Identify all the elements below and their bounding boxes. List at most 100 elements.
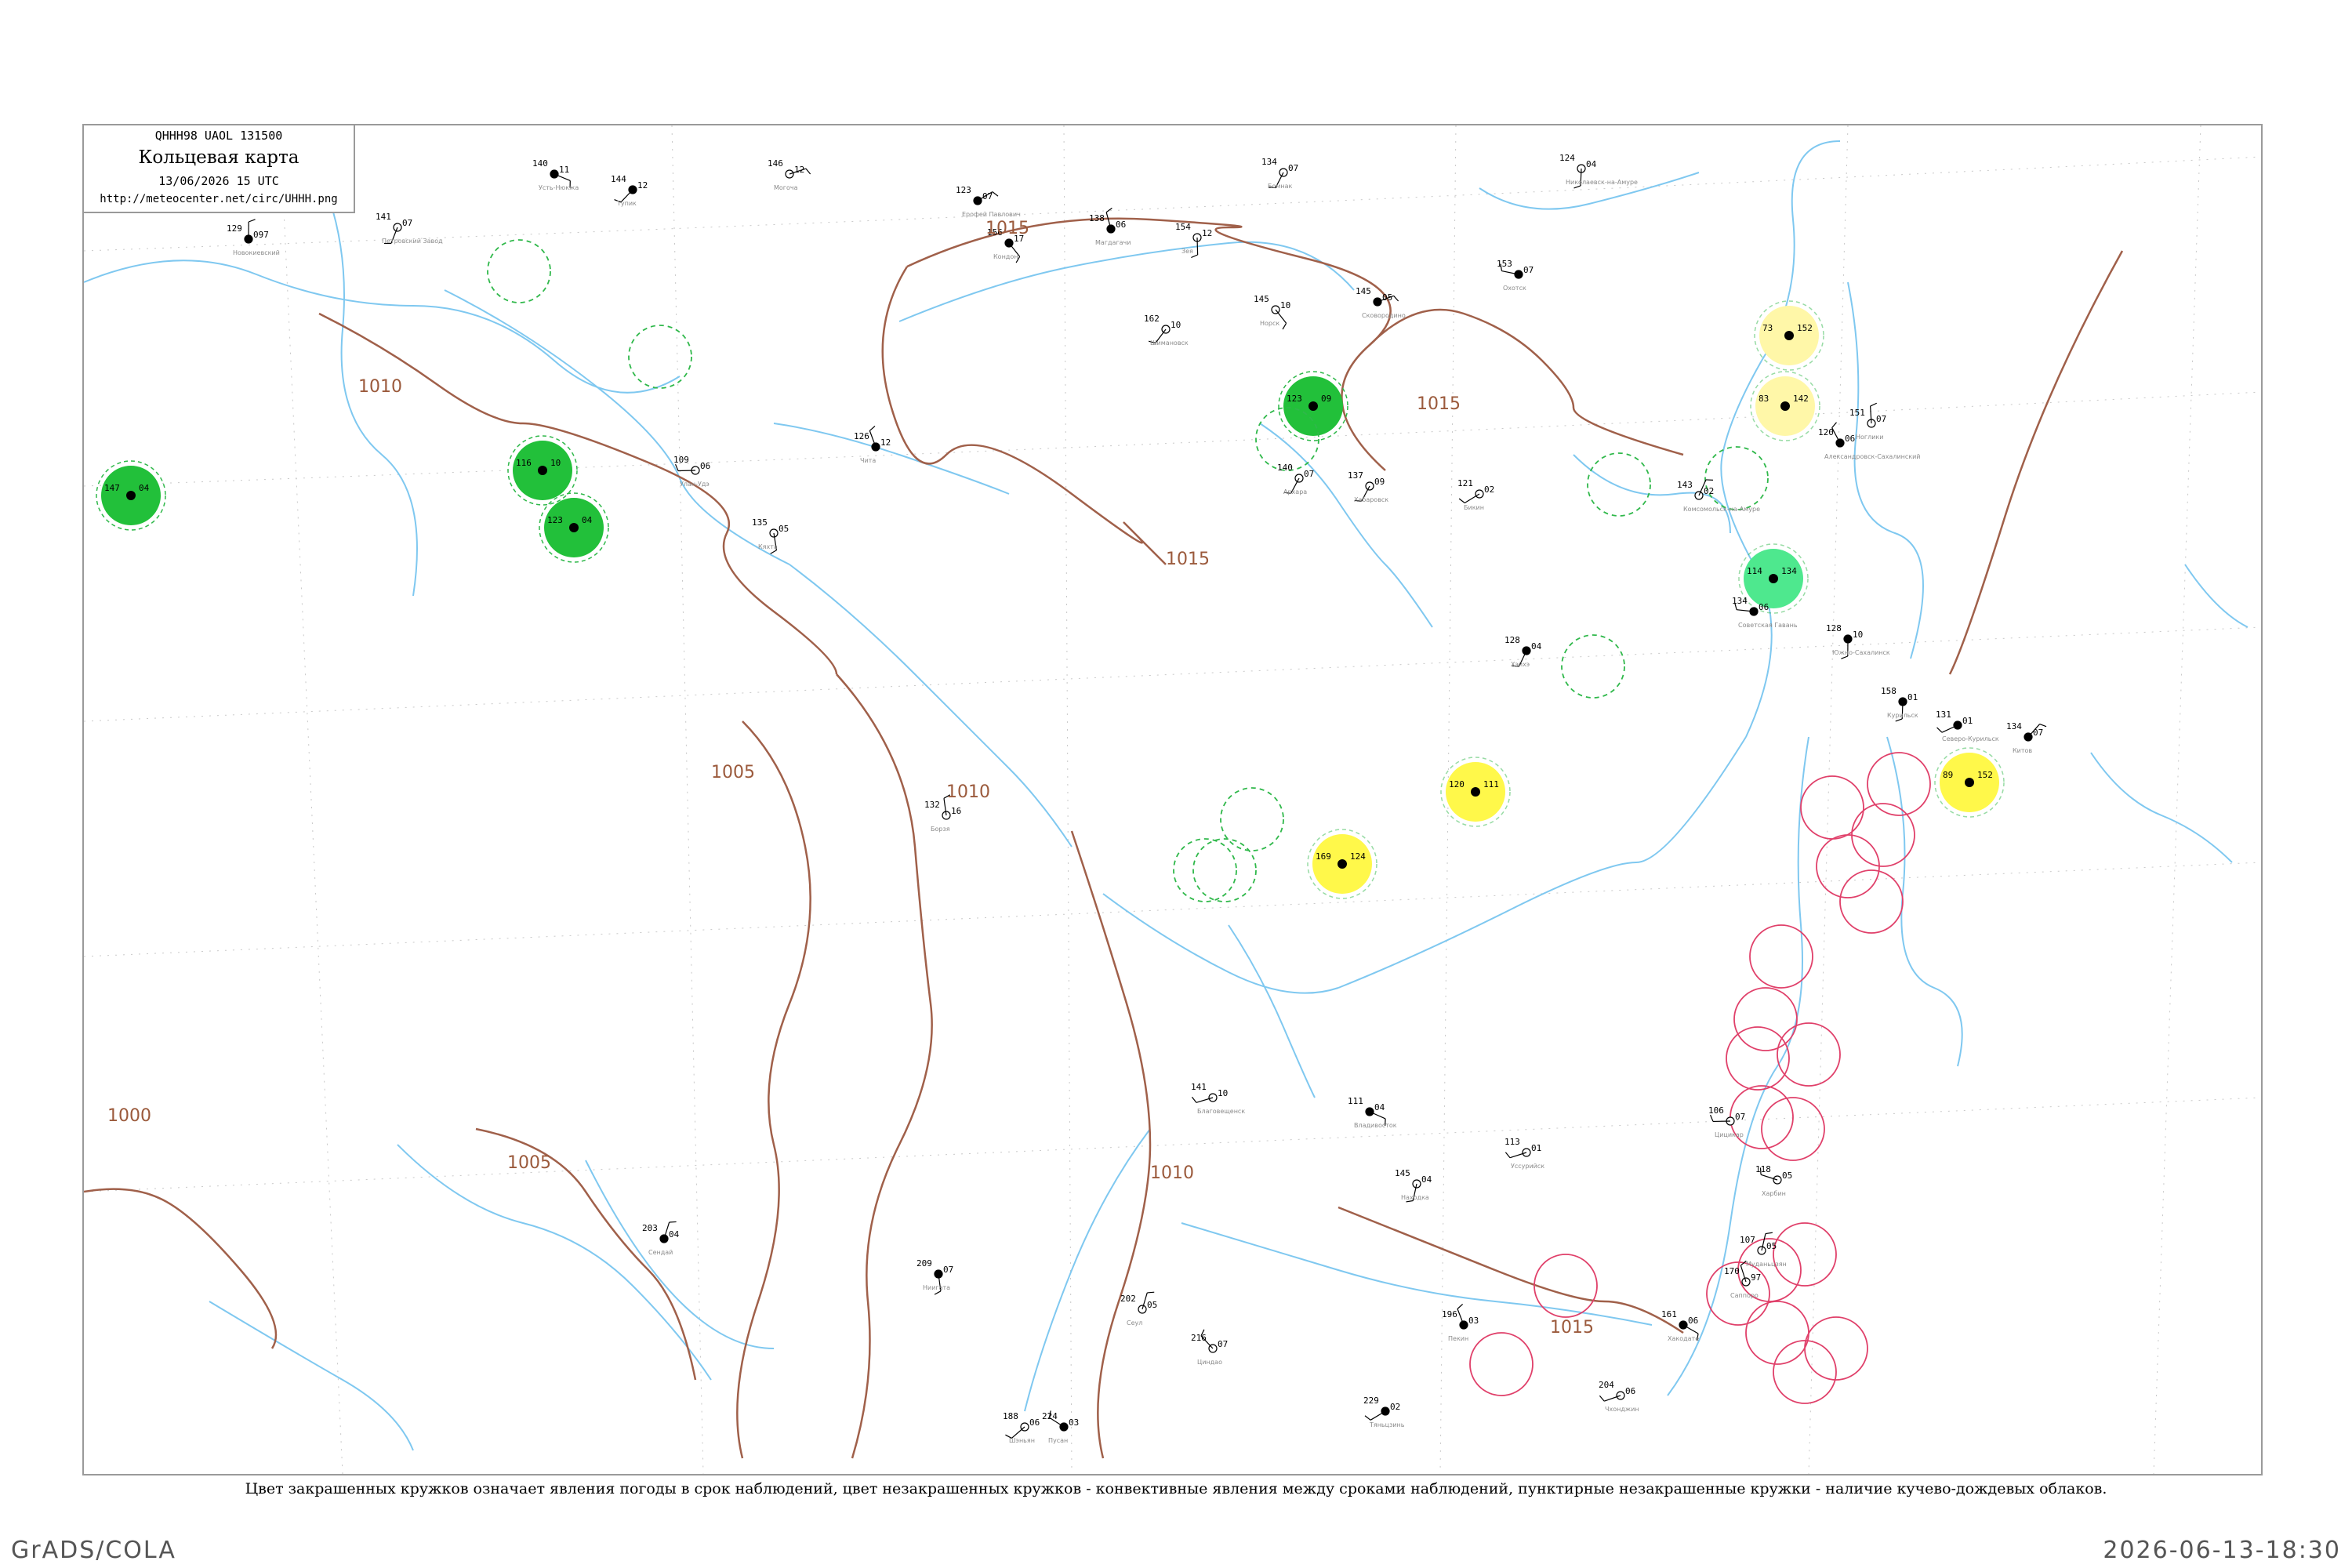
bulletin-code: QHHH98 UAOL 131500: [154, 129, 283, 143]
station-model: 204 06 Чхонджин: [1599, 1380, 1639, 1413]
station-model: 126 12 Чита: [854, 425, 891, 464]
station-pressure: 140: [532, 158, 548, 169]
cb-cloud-ring: [1587, 452, 1651, 517]
station-model: 151 07 Ноглики: [1849, 402, 1886, 441]
station-model: 202 05 Сеул: [1120, 1291, 1157, 1327]
station-name: Ниигата: [923, 1284, 950, 1291]
station-pressure: 202: [1120, 1294, 1136, 1304]
station-pressure: 120: [1818, 427, 1834, 437]
station-model: 134 07 Китов: [2006, 721, 2047, 754]
station-tendency: 05: [1782, 1171, 1792, 1181]
station-tendency: 07: [1735, 1112, 1745, 1122]
convective-ring: [1777, 1022, 1841, 1087]
station-pressure: 118: [1755, 1164, 1771, 1174]
station-pressure: 158: [1881, 686, 1896, 696]
convective-ring: [1816, 834, 1880, 898]
station-model: 109 06 Улан-Удэ: [673, 455, 710, 488]
station-tendency: 07: [1218, 1339, 1228, 1349]
station-name: Находка: [1401, 1194, 1429, 1201]
station-pressure: 126: [854, 431, 869, 441]
station-name: Сендай: [648, 1249, 673, 1256]
station-model: 162 10 Шимановск: [1144, 314, 1189, 347]
map-url: http://meteocenter.net/circ/UHHH.png: [100, 193, 338, 205]
station-pressure: 124: [1559, 153, 1575, 163]
station-name: Кондон: [993, 253, 1018, 260]
station-tendency: 16: [951, 806, 961, 816]
isobar-label: 1015: [1550, 1318, 1594, 1338]
isobar-label: 1010: [1150, 1163, 1194, 1183]
station-pressure: 153: [1497, 259, 1512, 269]
station-pressure: 216: [1191, 1333, 1207, 1343]
station-model: 106 07 Цицикар: [1708, 1105, 1745, 1138]
station-pressure: 134: [1261, 157, 1277, 167]
station-tendency: 10: [1853, 630, 1863, 640]
station-pressure: 129: [227, 223, 242, 234]
station-name: Ерофей Павлович: [962, 211, 1021, 218]
station-tendency: 04: [669, 1229, 680, 1240]
station-model: 141 10 Благовещенск: [1191, 1082, 1245, 1115]
phenomenon-value: 04: [582, 515, 593, 525]
station-model: 154 12 Зея: [1175, 222, 1212, 259]
station-name: Архара: [1283, 488, 1307, 495]
station-pressure: 137: [1348, 470, 1363, 481]
station-pressure: 134: [2006, 721, 2022, 731]
phenomenon-value: 123: [1287, 394, 1302, 404]
station-name: Чита: [860, 457, 876, 464]
station-model: 22403Пусан: [1042, 1410, 1079, 1444]
isobar-label: 1005: [711, 763, 755, 782]
station-tendency: 07: [1523, 265, 1534, 275]
station-name: Охотск: [1503, 285, 1526, 292]
station-pressure: 140: [1277, 463, 1293, 473]
station-pressure: 111: [1348, 1096, 1363, 1106]
station-model: 229 02 Тяньцзинь: [1363, 1396, 1405, 1428]
station-pressure: 121: [1457, 478, 1473, 488]
station-model: 135 05 Кяхта: [752, 517, 789, 554]
isobars: [84, 217, 2124, 1459]
station-tendency: 12: [637, 180, 648, 191]
isobar-labels: 1015101010151015100510101005101010151000: [107, 219, 1594, 1338]
station-model: 143 02 Комсомольск-на-Амуре: [1677, 479, 1760, 513]
station-pressure: 135: [752, 517, 768, 528]
convective-ring: [1469, 1332, 1534, 1396]
station-name: Цицикар: [1715, 1131, 1744, 1138]
station-model: 140 07 Архара: [1277, 463, 1314, 495]
footer-timestamp: 2026-06-13-18:30: [2103, 1537, 2341, 1564]
convective-ring: [1733, 987, 1798, 1051]
synoptic-map: 147 04 116 10 123 04 123 09 120 111 169 124 89 152 73 1…: [82, 124, 2263, 1475]
station-name: Бикин: [1464, 504, 1484, 511]
station-tendency: 03: [1069, 1417, 1079, 1428]
station-pressure: 229: [1363, 1396, 1379, 1406]
station-pressure: 141: [376, 212, 391, 222]
phenomena-markers: 147 04 116 10 123 04 123 09 120 111 169 124 89 152 73 1…: [96, 239, 2005, 1404]
station-name: Южно-Сахалинск: [1832, 649, 1890, 656]
phenomenon-value: 04: [139, 483, 150, 493]
station-name: Хакодате: [1668, 1335, 1699, 1342]
station-model: 121 02 Бикин: [1457, 478, 1494, 511]
phenomenon-value: 123: [547, 515, 563, 525]
phenomenon-circle: 123 09: [1278, 371, 1348, 441]
station-model: 216 07 Циндао: [1191, 1329, 1228, 1366]
station-model: 140 11 Усть-Нюкжа: [532, 158, 579, 191]
station-model: 14612Могоча: [768, 158, 811, 191]
station-pressure: 123: [956, 185, 971, 195]
footer-software: GrADS/COLA: [11, 1537, 176, 1564]
station-name: Сеул: [1127, 1319, 1142, 1327]
cb-cloud-ring: [1704, 446, 1769, 510]
isobar-label: 1015: [985, 219, 1029, 238]
station-tendency: 04: [1586, 159, 1597, 169]
station-tendency: 10: [1280, 300, 1290, 310]
station-name: Китов: [2013, 747, 2032, 754]
convective-ring: [1534, 1254, 1598, 1318]
convective-ring: [1749, 924, 1813, 989]
convective-ring: [1726, 1026, 1790, 1091]
station-tendency: 04: [1531, 641, 1542, 652]
station-name: Тяньцзинь: [1369, 1421, 1405, 1428]
station-name: Советская Гавань: [1738, 622, 1798, 629]
phenomenon-circle: 147 04: [96, 460, 166, 531]
phenomenon-circle: 83 142: [1750, 371, 1820, 441]
station-name: Борзя: [931, 826, 950, 833]
station-name: Комсомольск-на-Амуре: [1683, 506, 1760, 513]
station-name: Курильск: [1887, 712, 1918, 719]
station-tendency: 07: [1876, 414, 1886, 424]
station-name: Чхонджин: [1605, 1406, 1639, 1413]
